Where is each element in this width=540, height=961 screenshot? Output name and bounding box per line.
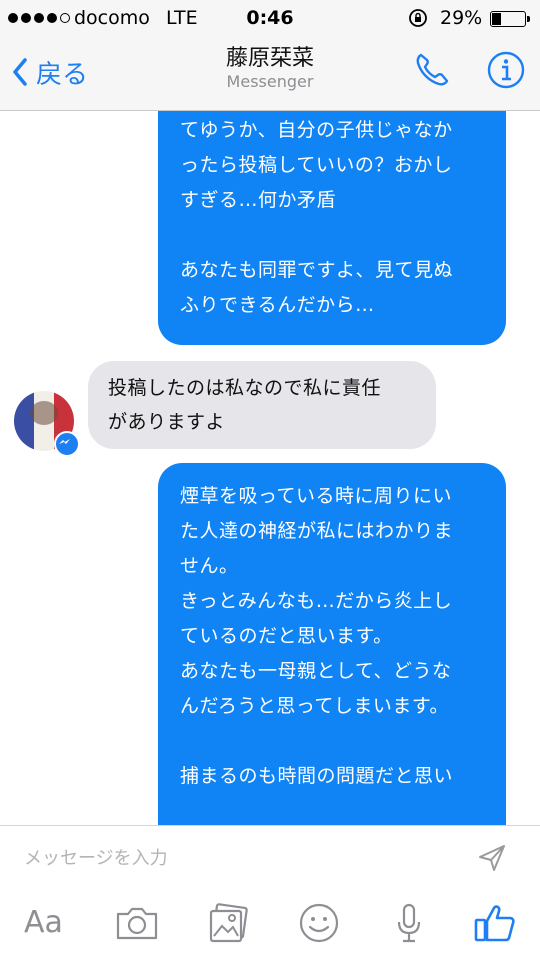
message-line: ったら投稿していいの？おかし: [180, 154, 453, 176]
message-list[interactable]: てゆうか、自分の子供じゃなか ったら投稿していいの？おかし すぎる…何か矛盾 あ…: [0, 111, 540, 825]
battery-percent: 29%: [440, 7, 483, 29]
composer: メッセージを入力 Aa: [0, 825, 540, 961]
camera-icon[interactable]: [114, 900, 160, 946]
battery-icon: [490, 11, 530, 27]
incoming-message[interactable]: 投稿したのは私なので私に責任 がありますよ: [88, 361, 436, 449]
message-line: てゆうか、自分の子供じゃなか: [180, 119, 453, 141]
messenger-badge-icon: [54, 431, 80, 457]
send-icon[interactable]: [476, 842, 508, 874]
message-line: すぎる…何か矛盾: [180, 189, 337, 211]
outgoing-message[interactable]: てゆうか、自分の子供じゃなか ったら投稿していいの？おかし すぎる…何か矛盾 あ…: [158, 111, 506, 345]
composer-toolbar: Aa: [0, 890, 540, 960]
conversation-title: 藤原栞菜: [225, 46, 314, 71]
smile-icon[interactable]: [296, 900, 342, 946]
message-input[interactable]: メッセージを入力: [24, 842, 444, 876]
battery-fill: [492, 13, 501, 25]
message-line: 捕まるのも時間の問題だと思い: [180, 765, 454, 787]
microphone-icon[interactable]: [386, 900, 432, 946]
message-line: 投稿したのは私なので私に責任: [108, 377, 382, 399]
message-line: あなたも同罪ですよ、見て見ぬ: [180, 259, 454, 281]
message-line: た人達の神経が私にはわかりま: [180, 520, 454, 542]
message-line: がありますよ: [108, 411, 226, 433]
rotation-lock-icon: [409, 9, 427, 27]
phone-icon[interactable]: [412, 50, 452, 90]
message-line: んだろうと思ってしまいます。: [180, 695, 450, 717]
top-bar: docomo LTE 0:46 29% 戻る 藤原栞菜 Messenger: [0, 0, 540, 111]
message-line: あなたも一母親として、どうな: [180, 660, 452, 682]
message-line: ているのだと思います。: [180, 625, 393, 647]
info-icon[interactable]: [486, 50, 526, 90]
outgoing-message[interactable]: 煙草を吸っている時に周りにい た人達の神経が私にはわかりま せん。 きっとみんな…: [158, 463, 506, 825]
message-line: 煙草を吸っている時に周りにい: [180, 485, 453, 507]
photo-icon[interactable]: [206, 900, 252, 946]
message-line: せん。: [180, 555, 239, 577]
status-bar: docomo LTE 0:46 29%: [0, 0, 540, 36]
thumbs-up-icon[interactable]: [472, 900, 518, 946]
message-line: ふりできるんだから…: [180, 294, 375, 316]
text-format-button[interactable]: Aa: [24, 900, 74, 946]
conversation-subtitle: Messenger: [226, 72, 314, 91]
message-line: きっとみんなも…だから炎上し: [180, 590, 453, 612]
